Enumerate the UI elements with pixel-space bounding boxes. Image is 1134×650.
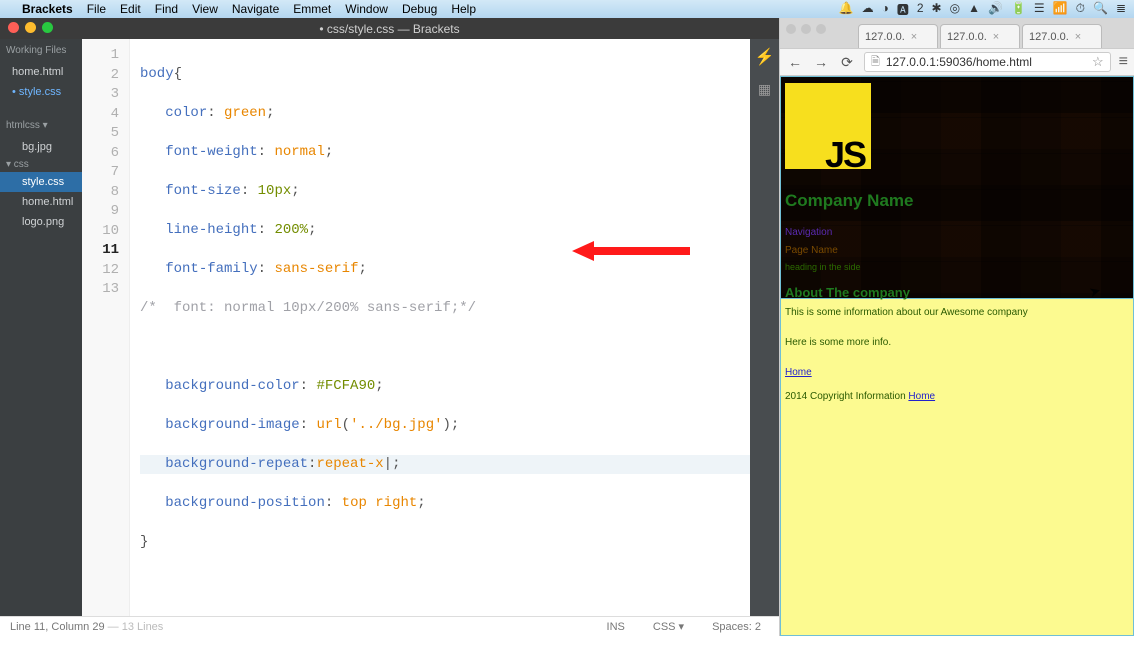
project-sidebar: Working Files home.html • style.css html… <box>0 39 82 616</box>
page-icon: 🗎 <box>871 53 880 72</box>
page-header-bg: JS Company Name Navigation Page Name hea… <box>781 77 1133 299</box>
dot-circle-icon[interactable]: ◎ <box>950 1 960 18</box>
brackets-window: • css/style.css — Brackets Working Files… <box>0 18 779 636</box>
menu-emmet[interactable]: Emmet <box>293 2 331 16</box>
copyright-line: 2014 Copyright Information Home <box>785 387 1129 407</box>
menu-extras-icon[interactable]: ≣ <box>1116 1 1126 18</box>
wifi-icon[interactable]: 📶 <box>1053 1 1068 18</box>
about-paragraph-2: Here is some more info. <box>785 333 1129 353</box>
notifications-icon[interactable]: 🔔 <box>839 1 854 18</box>
circle-icon[interactable]: ◑ <box>882 1 889 18</box>
menu-file[interactable]: File <box>87 2 106 16</box>
js-logo: JS <box>785 83 871 169</box>
project-header[interactable]: htmlcss ▾ <box>0 114 82 137</box>
working-file-home[interactable]: home.html <box>0 62 82 82</box>
about-paragraph-1: This is some information about our Aweso… <box>785 303 1129 323</box>
folder-css[interactable]: ▾ css <box>0 157 82 172</box>
menu-debug[interactable]: Debug <box>402 2 437 16</box>
file-logo-png[interactable]: logo.png <box>0 212 82 232</box>
badge-2-icon[interactable]: 2 <box>917 1 924 18</box>
menu-navigate[interactable]: Navigate <box>232 2 279 16</box>
menu-help[interactable]: Help <box>451 2 476 16</box>
working-file-style[interactable]: • style.css <box>0 82 82 102</box>
clock-icon[interactable]: ⏱ <box>1076 1 1085 18</box>
traffic-lights <box>8 22 53 33</box>
browser-zoom-button[interactable] <box>816 24 826 34</box>
footer-home-link[interactable]: Home <box>908 391 935 402</box>
address-bar[interactable]: 🗎 127.0.0.1:59036/home.html ☆ <box>864 52 1111 72</box>
working-files-header[interactable]: Working Files <box>0 39 82 62</box>
browser-tab-1[interactable]: 127.0.0.× <box>858 24 938 48</box>
mouse-cursor-icon: ➤ <box>1087 280 1104 302</box>
app-menu[interactable]: Brackets <box>22 2 73 16</box>
url-text: 127.0.0.1:59036/home.html <box>886 55 1032 69</box>
menu-view[interactable]: View <box>192 2 218 16</box>
side-heading: heading in the side <box>785 257 861 277</box>
back-button[interactable]: ← <box>786 54 804 70</box>
home-link[interactable]: Home <box>785 367 812 378</box>
code-editor[interactable]: 1 2 3 4 5 6 7 8 9 10 11 12 13 body{ colo… <box>82 39 779 616</box>
browser-menu-icon[interactable]: ≡ <box>1119 53 1128 71</box>
company-name: Company Name <box>785 191 913 211</box>
browser-window: 127.0.0.× 127.0.0.× 127.0.0.× ← → ⟳ 🗎 12… <box>779 18 1134 636</box>
volume-icon[interactable]: 🔊 <box>988 1 1003 18</box>
browser-tabstrip: 127.0.0.× 127.0.0.× 127.0.0.× <box>780 18 1134 48</box>
keyboard-icon[interactable]: ☰ <box>1034 1 1045 18</box>
live-preview-icon[interactable]: ⚡ <box>755 47 775 67</box>
extension-rail: ⚡ ▦ <box>750 39 779 616</box>
mac-menubar: Brackets File Edit Find View Navigate Em… <box>0 0 1134 18</box>
file-bg-jpg[interactable]: bg.jpg <box>0 137 82 157</box>
live-preview-page: JS Company Name Navigation Page Name hea… <box>780 76 1134 636</box>
gdrive-icon[interactable]: ▲ <box>968 1 980 18</box>
browser-tab-2[interactable]: 127.0.0.× <box>940 24 1020 48</box>
close-tab-icon[interactable]: × <box>993 31 999 43</box>
window-title: • css/style.css — Brackets <box>319 22 459 36</box>
reload-button[interactable]: ⟳ <box>838 54 856 71</box>
close-window-button[interactable] <box>8 22 19 33</box>
window-titlebar[interactable]: • css/style.css — Brackets <box>0 18 779 39</box>
code-content[interactable]: body{ color: green; font-weight: normal;… <box>130 39 750 616</box>
browser-toolbar: ← → ⟳ 🗎 127.0.0.1:59036/home.html ☆ ≡ <box>780 48 1134 76</box>
menubar-status-icons: 🔔 ☁︎ ◑ 🅰 2 ✱ ◎ ▲ 🔊 🔋 ☰ 📶 ⏱ 🔍 ≣ <box>839 1 1126 18</box>
bookmark-star-icon[interactable]: ☆ <box>1092 54 1104 70</box>
menu-edit[interactable]: Edit <box>120 2 141 16</box>
zoom-window-button[interactable] <box>42 22 53 33</box>
adobe-icon[interactable]: 🅰 <box>897 1 909 18</box>
minimize-window-button[interactable] <box>25 22 36 33</box>
menu-find[interactable]: Find <box>155 2 178 16</box>
annotation-arrow <box>572 241 692 261</box>
forward-button[interactable]: → <box>812 54 830 70</box>
browser-close-button[interactable] <box>786 24 796 34</box>
file-style-css[interactable]: style.css <box>0 172 82 192</box>
close-tab-icon[interactable]: × <box>911 31 917 43</box>
cloud-icon[interactable]: ☁︎ <box>862 1 874 18</box>
browser-minimize-button[interactable] <box>801 24 811 34</box>
browser-tab-3[interactable]: 127.0.0.× <box>1022 24 1102 48</box>
menu-window[interactable]: Window <box>345 2 388 16</box>
spotlight-icon[interactable]: 🔍 <box>1093 1 1108 18</box>
nav-label: Navigation <box>785 223 832 243</box>
line-number-gutter: 1 2 3 4 5 6 7 8 9 10 11 12 13 <box>82 39 130 616</box>
battery-icon[interactable]: 🔋 <box>1011 1 1026 18</box>
about-heading: About The company <box>785 283 910 303</box>
file-home-html[interactable]: home.html <box>0 192 82 212</box>
dropbox-icon[interactable]: ✱ <box>932 1 942 18</box>
close-tab-icon[interactable]: × <box>1075 31 1081 43</box>
extension-manager-icon[interactable]: ▦ <box>758 81 771 98</box>
browser-traffic-lights <box>786 24 826 34</box>
